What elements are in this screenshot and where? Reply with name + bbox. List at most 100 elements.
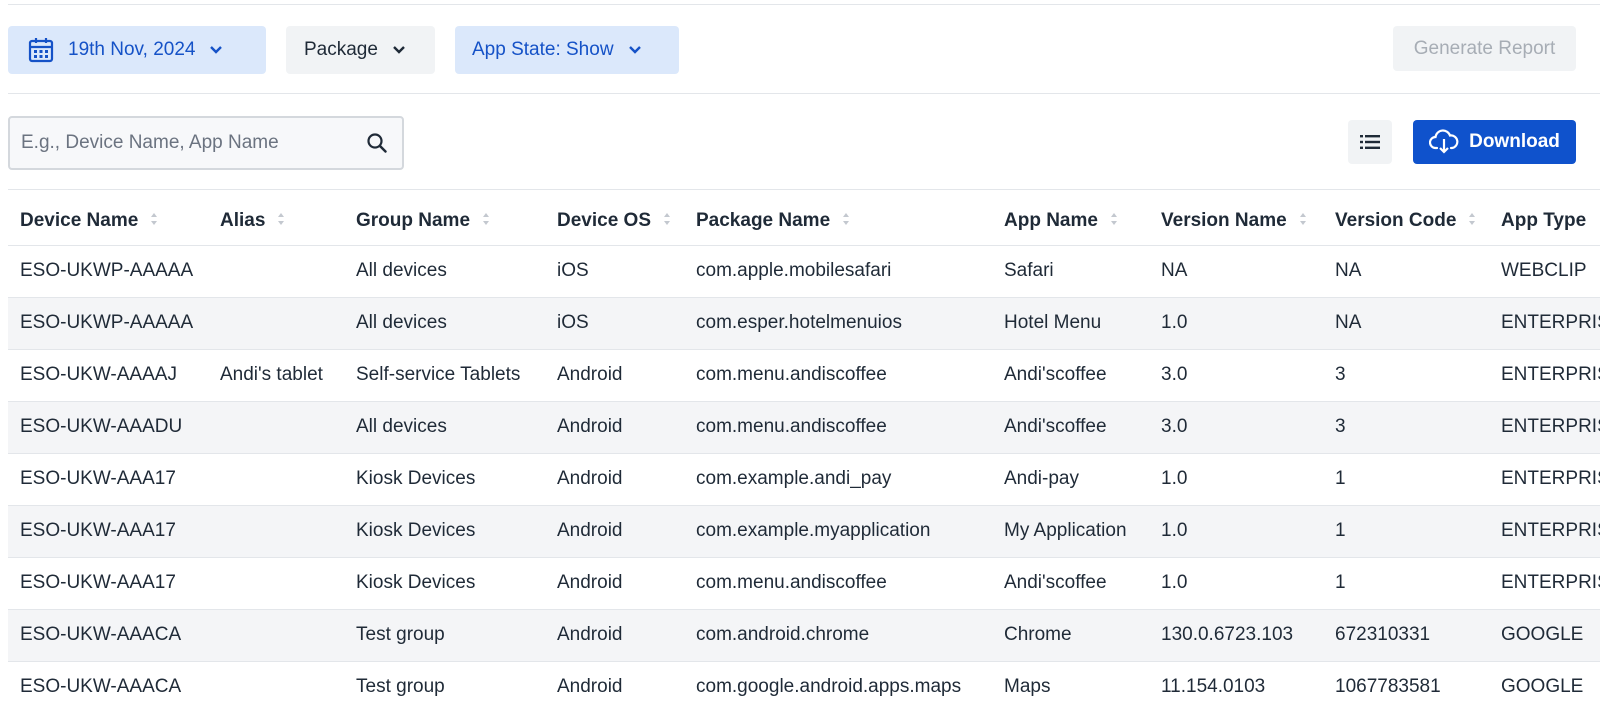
column-header-label: Device OS [557, 209, 651, 231]
table-row[interactable]: ESO-UKW-AAACA Test group Android com.google… [8, 660, 1600, 707]
column-header-label: Group Name [356, 209, 471, 231]
download-label: Download [1469, 131, 1560, 152]
column-header-label: Version Code [1335, 209, 1457, 231]
table-cell: ENTERPRISE [1489, 400, 1600, 453]
generate-report-button[interactable]: Generate Report [1393, 26, 1576, 71]
column-header[interactable]: Package Name [684, 197, 992, 245]
column-header-label: App Type [1501, 209, 1587, 231]
sort-icon[interactable] [663, 210, 671, 232]
table-cell: NA [1323, 244, 1489, 297]
sort-icon[interactable] [277, 210, 285, 232]
sort-icon[interactable] [150, 210, 158, 232]
table-cell: 3.0 [1149, 400, 1323, 453]
table-row[interactable]: ESO-UKWP-AAAAA All devices iOS com.apple.mo… [8, 244, 1600, 297]
table-cell: com.menu.andiscoffee [684, 400, 992, 453]
table-cell [208, 296, 344, 349]
table-cell: Android [545, 452, 684, 505]
table-cell: 3 [1323, 400, 1489, 453]
table-cell: Andi's tablet [208, 348, 344, 401]
table-cell: 3 [1323, 348, 1489, 401]
table-cell: 1 [1323, 556, 1489, 609]
sort-icon[interactable] [1110, 210, 1118, 232]
column-header-label: App Name [1004, 209, 1098, 231]
column-header[interactable]: Version Name [1149, 197, 1323, 245]
table-row[interactable]: ESO-UKW-AAADU All devices Android com.menu.… [8, 400, 1600, 453]
search-icon[interactable] [366, 132, 388, 154]
column-header[interactable]: App Type [1489, 197, 1600, 245]
column-settings-button[interactable] [1348, 120, 1392, 164]
table-cell: GOOGLE [1489, 660, 1600, 707]
table-row[interactable]: ESO-UKWP-AAAAA All devices iOS com.esper.ho… [8, 296, 1600, 349]
table-cell: com.esper.hotelmenuios [684, 296, 992, 349]
table-cell: ESO-UKW-AAA17 [8, 452, 208, 505]
table-cell [208, 400, 344, 453]
table-row[interactable]: ESO-UKW-AAA17 Kiosk Devices Android com.exa… [8, 452, 1600, 505]
download-button[interactable]: Download [1413, 120, 1576, 164]
table-cell: Android [545, 556, 684, 609]
column-header[interactable]: Version Code [1323, 197, 1489, 245]
table-cell: ESO-UKW-AAADU [8, 400, 208, 453]
table-cell: ESO-UKW-AAA17 [8, 504, 208, 557]
table-row[interactable]: ESO-UKW-AAA17 Kiosk Devices Android com.men… [8, 556, 1600, 609]
column-header-label: Alias [220, 209, 266, 231]
table-cell: Hotel Menu [992, 296, 1149, 349]
column-header[interactable]: Device Name [8, 197, 208, 245]
table-cell: NA [1323, 296, 1489, 349]
search-box[interactable] [8, 116, 404, 170]
search-input[interactable] [21, 132, 366, 154]
header-divider [8, 189, 1600, 190]
table-cell: Chrome [992, 608, 1149, 661]
table-cell: 3.0 [1149, 348, 1323, 401]
calendar-icon [28, 37, 54, 63]
table-cell: Android [545, 504, 684, 557]
table-cell: Test group [344, 608, 545, 661]
table-row[interactable]: ESO-UKW-AAAAJ Andi's tablet Self-service T… [8, 348, 1600, 401]
sort-icon[interactable] [1299, 210, 1307, 232]
table-cell: Self-service Tablets [344, 348, 545, 401]
date-filter-label: 19th Nov, 2024 [68, 39, 196, 60]
column-header[interactable]: App Name [992, 197, 1149, 245]
table-row[interactable]: ESO-UKW-AAA17 Kiosk Devices Android com.exa… [8, 504, 1600, 557]
table-cell: Android [545, 348, 684, 401]
table-cell: com.example.andi_pay [684, 452, 992, 505]
table-cell: iOS [545, 244, 684, 297]
table-cell: com.menu.andiscoffee [684, 348, 992, 401]
table-cell: ESO-UKW-AAAAJ [8, 348, 208, 401]
table-cell: NA [1149, 244, 1323, 297]
table-cell: GOOGLE [1489, 608, 1600, 661]
column-header-label: Package Name [696, 209, 831, 231]
column-header[interactable]: Device OS [545, 197, 684, 245]
table-cell: Maps [992, 660, 1149, 707]
table-cell [208, 660, 344, 707]
date-filter-button[interactable]: 19th Nov, 2024 [8, 26, 266, 74]
table-cell: 1067783581 [1323, 660, 1489, 707]
table-cell: ENTERPRISE [1489, 348, 1600, 401]
table-cell: ESO-UKW-AAACA [8, 660, 208, 707]
table-cell: com.apple.mobilesafari [684, 244, 992, 297]
table-cell [208, 556, 344, 609]
package-filter-button[interactable]: Package [286, 26, 435, 74]
table-cell: 1.0 [1149, 296, 1323, 349]
app-state-filter-label: App State: Show [472, 39, 614, 60]
table-cell: com.android.chrome [684, 608, 992, 661]
sort-icon[interactable] [482, 210, 490, 232]
table-cell: All devices [344, 296, 545, 349]
table-row[interactable]: ESO-UKW-AAACA Test group Android com.androi… [8, 608, 1600, 661]
column-header-label: Version Name [1161, 209, 1287, 231]
table-body: ESO-UKWP-AAAAA All devices iOS com.apple.mo… [8, 244, 1600, 707]
table-cell: ESO-UKW-AAA17 [8, 556, 208, 609]
table-cell: WEBCLIP [1489, 244, 1600, 297]
table-cell: Safari [992, 244, 1149, 297]
sort-icon[interactable] [842, 210, 850, 232]
table-cell: ESO-UKW-AAACA [8, 608, 208, 661]
table-cell: Andi'scoffee [992, 556, 1149, 609]
sort-icon[interactable] [1468, 210, 1476, 232]
table-cell: All devices [344, 244, 545, 297]
table-cell: 1.0 [1149, 504, 1323, 557]
toolbar-divider [8, 93, 1600, 94]
table-cell [208, 244, 344, 297]
table-cell [208, 608, 344, 661]
column-header[interactable]: Group Name [344, 197, 545, 245]
app-state-filter-button[interactable]: App State: Show [455, 26, 679, 74]
column-header[interactable]: Alias [208, 197, 344, 245]
